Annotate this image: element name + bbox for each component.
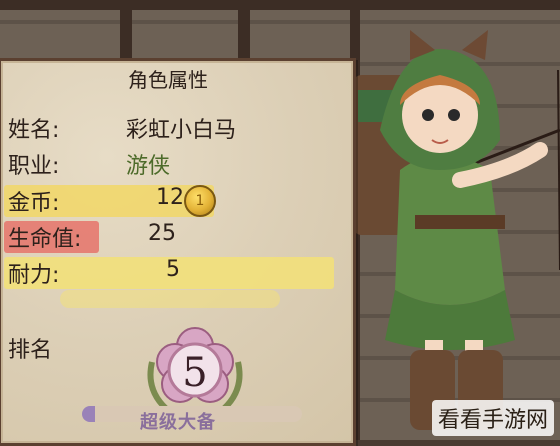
stamina-label: 耐力:	[8, 263, 60, 288]
rank-progress-fill	[82, 406, 96, 422]
stat-row-stamina: 耐力: 5	[4, 257, 338, 293]
hp-label: 生命值:	[8, 227, 82, 252]
panel-title: 角色属性	[128, 68, 208, 92]
stat-row-gold: 金币: 12 1	[4, 185, 338, 221]
name-value: 彩虹小白马	[126, 118, 237, 143]
name-label: 姓名:	[8, 118, 60, 143]
stamina-value: 5	[166, 257, 180, 282]
class-value: 游侠	[126, 154, 171, 179]
gold-value: 12	[156, 185, 184, 210]
stat-row-name: 姓名: 彩虹小白马	[8, 112, 338, 148]
stat-row-class: 职业: 游侠	[8, 148, 338, 184]
stat-row-hp: 生命值: 25	[4, 221, 338, 257]
watermark-text: 看看手游网	[431, 400, 554, 436]
stamina-highlight-extra	[60, 290, 280, 308]
hp-value: 25	[148, 221, 176, 246]
ranger-character-illustration	[352, 30, 560, 430]
class-label: 职业:	[8, 154, 60, 179]
rank-title: 超级大备	[140, 412, 216, 433]
rank-number: 5	[182, 350, 208, 396]
gold-label: 金币:	[8, 191, 60, 216]
timber-beam	[0, 0, 560, 10]
rank-label: 排名	[8, 338, 53, 363]
coin-icon: 1	[184, 185, 216, 217]
